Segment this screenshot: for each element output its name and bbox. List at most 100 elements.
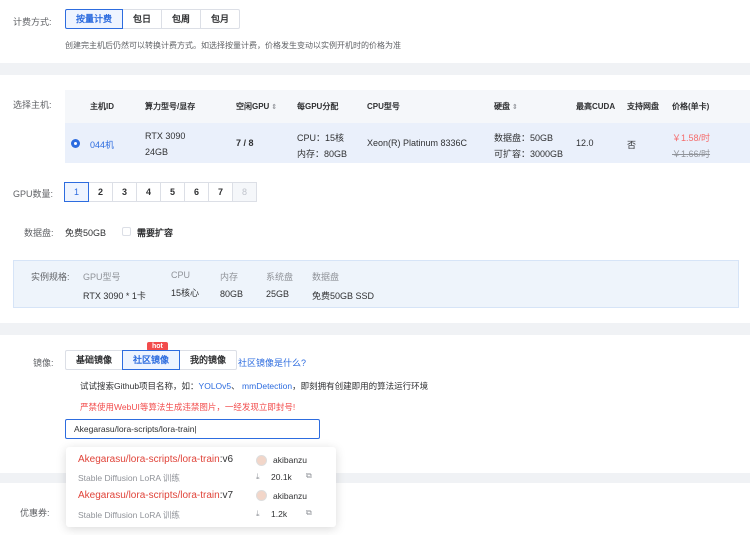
result-name-text: Akegarasu/lora-scripts/lora-train: [78, 490, 220, 501]
billing-option-weekly[interactable]: 包周: [161, 9, 202, 29]
tab-my-image[interactable]: 我的镜像: [179, 350, 238, 370]
image-tip-suffix: ，即刻拥有创建即用的算法运行环境: [292, 381, 429, 391]
data-disk-label: 数据盘:: [24, 228, 54, 238]
data-disk-free: 免费50GB: [65, 228, 107, 238]
image-search-input[interactable]: Akegarasu/lora-scripts/lora-train|: [65, 419, 320, 439]
search-result-item[interactable]: Akegarasu/lora-scripts/lora-train:v7 Sta…: [66, 487, 336, 527]
spec-sysdisk: 系统盘 25GB: [266, 270, 293, 299]
col-disk[interactable]: 硬盘 ⇕: [494, 101, 518, 112]
spec-gpu-header: GPU型号: [83, 272, 121, 282]
download-icon: ⤓: [256, 509, 260, 518]
expand-checkbox[interactable]: [122, 227, 131, 236]
host-cpu-alloc: CPU：15核: [297, 133, 345, 143]
result-user: akibanzu: [273, 491, 308, 501]
col-cuda: 最高CUDA: [576, 102, 616, 111]
col-per-gpu: 每GPU分配: [297, 102, 339, 111]
host-radio-selected[interactable]: [71, 139, 80, 148]
host-disk-ext: 可扩容：3000GB: [494, 149, 564, 159]
host-label: 选择主机:: [13, 100, 52, 110]
sort-icon: ⇕: [512, 104, 518, 111]
host-cuda: 12.0: [576, 138, 594, 148]
col-free-gpu-label: 空闲GPU: [236, 102, 270, 111]
result-name-text: Akegarasu/lora-scripts/lora-train: [78, 454, 220, 465]
col-price: 价格(单卡): [672, 102, 710, 111]
billing-options: 按量计费 包日 包周 包月: [65, 9, 241, 29]
gpu-count-label: GPU数量:: [13, 189, 54, 199]
image-label: 镜像:: [33, 358, 54, 368]
instance-spec-box: 实例规格: GPU型号 RTX 3090 * 1卡 CPU 15核心 内存 80…: [13, 260, 739, 308]
mmdetection-link[interactable]: mmDetection: [242, 381, 292, 391]
result-version: :v6: [219, 454, 234, 465]
host-id: 044机: [90, 140, 115, 150]
spec-sysdisk-value: 25GB: [266, 289, 290, 299]
sort-icon: ⇕: [271, 104, 278, 111]
gpu-count-3[interactable]: 3: [112, 182, 137, 202]
community-image-help-link[interactable]: 社区镜像是什么?: [238, 356, 306, 369]
col-netdisk: 支持网盘: [627, 102, 659, 111]
spec-sysdisk-header: 系统盘: [266, 272, 294, 282]
col-free-gpu[interactable]: 空闲GPU ⇕: [236, 101, 277, 112]
spec-label: 实例规格:: [31, 272, 70, 282]
expand-label[interactable]: 需要扩容: [137, 226, 173, 239]
external-link-icon[interactable]: ⧉: [306, 508, 312, 518]
gpu-count-6[interactable]: 6: [184, 182, 209, 202]
external-link-icon[interactable]: ⧉: [306, 471, 312, 481]
gpu-count-5[interactable]: 5: [160, 182, 185, 202]
coupon-label: 优惠券:: [20, 508, 50, 518]
spec-gpu: GPU型号 RTX 3090 * 1卡: [83, 270, 146, 302]
host-gpu-model: RTX 3090: [145, 131, 186, 141]
spec-cpu-value: 15核心: [171, 288, 200, 298]
host-disk: 数据盘：50GB: [494, 133, 554, 143]
gpu-count-7[interactable]: 7: [208, 182, 233, 202]
image-search-value: Akegarasu/lora-scripts/lora-train: [74, 424, 195, 434]
gpu-count-2[interactable]: 2: [88, 182, 113, 202]
gpu-count-8: 8: [232, 182, 257, 202]
text-cursor: |: [194, 424, 197, 434]
billing-option-hourly[interactable]: 按量计费: [65, 9, 124, 29]
col-host-id: 主机ID: [90, 102, 114, 111]
result-version: :v7: [219, 490, 234, 501]
result-name: Akegarasu/lora-scripts/lora-train:v7: [78, 490, 233, 501]
user-avatar: [256, 490, 267, 501]
image-tip: 试试搜索Github项目名称，如：YOLOv5、 mmDetection，即刻拥…: [80, 380, 428, 392]
yolov5-link[interactable]: YOLOv5: [199, 381, 232, 391]
image-warning: 严禁使用WebUI等算法生成违禁图片，一经发现立即封号!: [80, 402, 296, 412]
col-disk-label: 硬盘: [494, 102, 510, 111]
col-cpu-model: CPU型号: [367, 102, 400, 111]
spec-cpu: CPU 15核心: [171, 270, 199, 299]
spec-mem-header: 内存: [220, 272, 239, 282]
image-tip-sep: 、: [231, 381, 240, 391]
spec-mem: 内存 80GB: [220, 270, 243, 299]
result-name: Akegarasu/lora-scripts/lora-train:v6: [78, 454, 233, 465]
result-desc: Stable Diffusion LoRA 训练: [78, 473, 180, 483]
col-gpu-model: 算力型号/显存: [145, 102, 196, 111]
download-icon: ⤓: [256, 472, 260, 481]
host-price: ￥1.58/时: [672, 133, 711, 143]
gpu-count-1[interactable]: 1: [64, 182, 89, 202]
gpu-count-4[interactable]: 4: [136, 182, 161, 202]
host-free-gpu: 7 / 8: [236, 138, 254, 148]
spec-gpu-value: RTX 3090 * 1卡: [83, 291, 146, 301]
billing-label: 计费方式:: [13, 17, 52, 27]
billing-option-monthly[interactable]: 包月: [200, 9, 241, 29]
spec-datadisk-value: 免费50GB SSD: [312, 291, 375, 301]
section-divider: [0, 323, 750, 335]
host-row[interactable]: 044机 RTX 3090 24GB 7 / 8 CPU：15核 内存：80GB…: [65, 123, 750, 163]
spec-datadisk-header: 数据盘: [312, 272, 340, 282]
spec-datadisk: 数据盘 免费50GB SSD: [312, 270, 374, 302]
section-divider: [0, 63, 750, 75]
host-vram: 24GB: [145, 147, 169, 157]
host-old-price: ￥1.66/时: [672, 149, 711, 159]
image-tip-prefix: 试试搜索Github项目名称，如：: [80, 381, 199, 391]
host-mem-alloc: 内存：80GB: [297, 149, 348, 159]
search-result-item[interactable]: Akegarasu/lora-scripts/lora-train:v6 Sta…: [66, 447, 336, 487]
billing-option-daily[interactable]: 包日: [122, 9, 163, 29]
spec-cpu-header: CPU: [171, 270, 191, 280]
tab-community-image[interactable]: 社区镜像: [122, 350, 181, 370]
result-downloads: 1.2k: [271, 509, 288, 519]
result-user: akibanzu: [273, 455, 308, 465]
user-avatar: [256, 455, 267, 466]
host-table-header: 主机ID 算力型号/显存 空闲GPU ⇕ 每GPU分配 CPU型号 硬盘 ⇕ 最高C…: [65, 90, 750, 123]
spec-mem-value: 80GB: [220, 289, 244, 299]
tab-base-image[interactable]: 基础镜像: [65, 350, 124, 370]
